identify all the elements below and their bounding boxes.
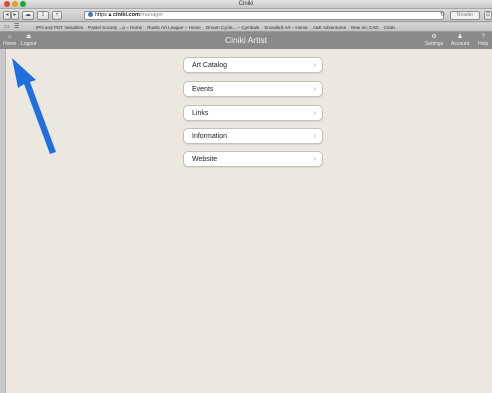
menu-item-label: Information — [192, 133, 228, 140]
help-button[interactable]: ? Help — [478, 34, 488, 47]
chevron-right-icon: › — [313, 156, 316, 163]
lock-icon: 🔒︎ — [108, 12, 112, 18]
bookmark-item[interactable]: Dream Cycle... – Cymbals — [206, 25, 259, 30]
globe-icon — [88, 12, 93, 17]
account-label: Account — [451, 41, 470, 47]
menu-item-links[interactable]: Links › — [183, 105, 323, 121]
menu-item-website[interactable]: Website › — [183, 151, 323, 167]
chevron-right-icon: › — [313, 62, 316, 69]
window-title: Ciniki — [238, 1, 254, 7]
page-title: Ciniki Artist — [224, 35, 268, 45]
reading-list-icon[interactable]: ▭ — [4, 24, 10, 31]
help-label: Help — [478, 41, 489, 47]
question-icon: ? — [481, 34, 485, 40]
window-title-bar: Ciniki — [0, 0, 492, 9]
forward-button[interactable]: ▸ — [11, 11, 19, 20]
bookmark-list: IPN and PDT Variables Pastel Society ...a… — [36, 23, 400, 31]
reload-icon[interactable]: ↻ — [440, 11, 445, 20]
main-content: Art Catalog › Events › Links › Informati… — [5, 49, 492, 393]
downloads-button[interactable]: ⊙ — [484, 11, 492, 20]
bookmark-item[interactable]: IPN and PDT Variables — [36, 25, 83, 30]
settings-label: Settings — [425, 41, 444, 47]
menu-item-art-catalog[interactable]: Art Catalog › — [183, 57, 323, 73]
bookmark-item[interactable]: Pastel Society ...a – Home — [88, 25, 142, 30]
bookmarks-bar: ▭ ☰ IPN and PDT Variables Pastel Society … — [0, 23, 492, 32]
settings-button[interactable]: ⚙ Settings — [425, 34, 443, 47]
add-bookmark-button[interactable]: + — [52, 11, 62, 20]
address-path: /manager — [139, 12, 164, 18]
back-button[interactable]: ◂ — [3, 11, 11, 20]
chevron-right-icon: › — [313, 110, 316, 117]
gear-icon: ⚙ — [431, 34, 437, 40]
menu-item-events[interactable]: Events › — [183, 81, 323, 97]
menu-item-label: Website — [192, 156, 218, 163]
address-host: ciniki.com — [112, 12, 140, 18]
chevron-right-icon: › — [313, 86, 316, 93]
chevron-right-icon: › — [313, 133, 316, 140]
menu-item-label: Links — [192, 110, 209, 117]
menu-item-information[interactable]: Information › — [183, 128, 323, 144]
share-button[interactable]: ⇪ — [37, 11, 49, 20]
person-icon: ♟ — [457, 34, 463, 40]
reader-button[interactable]: Reader — [450, 11, 480, 20]
address-scheme: https — [95, 12, 107, 18]
bookmark-item[interactable]: Ciniki — [384, 25, 395, 30]
top-sites-icon[interactable]: ☰ — [14, 24, 19, 31]
account-button[interactable]: ♟ Account — [451, 34, 469, 47]
bookmark-item[interactable]: New Inc CAD — [351, 25, 379, 30]
address-bar[interactable]: https 🔒︎ ciniki.com/manager — [84, 11, 444, 20]
icloud-tabs-button[interactable]: ☁ — [22, 11, 34, 20]
menu-item-label: Art Catalog — [192, 62, 228, 69]
app-header: ⌂ Home ⏏ Logout Ciniki Artist ⚙ Settings… — [0, 32, 492, 49]
bookmark-item[interactable]: Snowbird Art – Home — [264, 25, 307, 30]
menu-item-label: Events — [192, 86, 214, 93]
bookmark-item[interactable]: Rustic Art League – Home — [147, 25, 201, 30]
browser-toolbar: ◂ ▸ ☁ ⇪ + https 🔒︎ ciniki.com/manager ↻ … — [0, 9, 492, 22]
bookmark-item[interactable]: A&E Adventures — [313, 25, 346, 30]
